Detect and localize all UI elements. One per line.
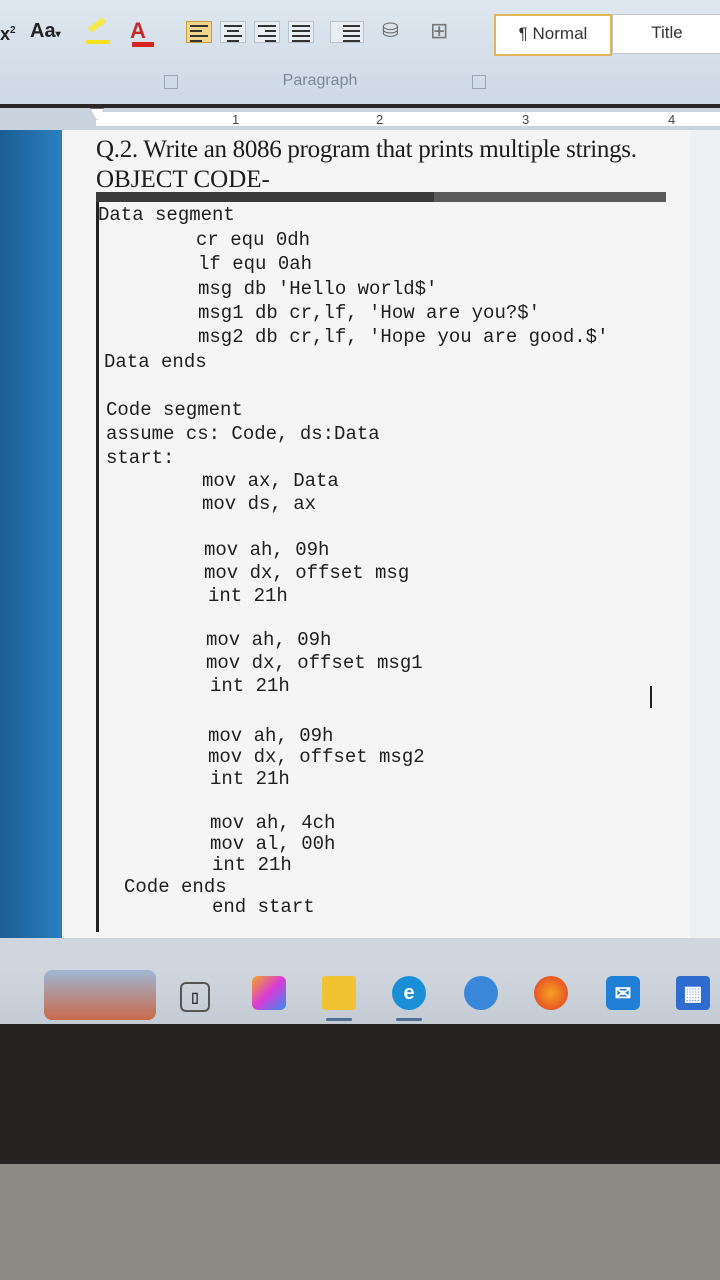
code-line: mov dx, offset msg [204, 562, 410, 584]
code-line: start: [106, 447, 175, 469]
code-line: mov ds, ax [202, 493, 317, 515]
code-line: int 21h [210, 768, 290, 790]
ruler-track [96, 112, 720, 126]
status-bar [0, 938, 720, 966]
code-line: Code segment [106, 399, 243, 421]
line-spacing-button[interactable] [330, 21, 364, 43]
align-center-button[interactable] [220, 21, 246, 43]
code-line: int 21h [212, 854, 292, 876]
style-title[interactable]: Title [612, 14, 720, 54]
style-normal[interactable]: ¶ Normal [494, 14, 612, 56]
paragraph-dialog-launcher-icon[interactable] [472, 75, 486, 89]
code-line: mov ah, 09h [206, 629, 332, 651]
edge-icon[interactable]: e [392, 976, 426, 1010]
font-color-swatch [132, 42, 154, 47]
taskbar: ▯ e ✉ ▦ [0, 938, 720, 1024]
code-line: msg2 db cr,lf, 'Hope you are good.$' [198, 326, 609, 348]
app-icon[interactable] [464, 976, 498, 1010]
paint-bucket-icon: ⛁ [382, 20, 399, 42]
file-explorer-icon[interactable] [322, 976, 356, 1010]
object-code-heading: OBJECT CODE- [96, 166, 270, 193]
code-line: int 21h [208, 585, 288, 607]
document-margin-right [690, 130, 720, 938]
firefox-icon[interactable] [534, 976, 568, 1010]
store-icon[interactable]: ▦ [676, 976, 710, 1010]
copilot-icon[interactable] [252, 976, 286, 1010]
justify-button[interactable] [288, 21, 314, 43]
ruler-mark-1: 1 [232, 112, 240, 127]
code-line: Data segment [98, 204, 235, 226]
code-line: lf equ 0ah [198, 253, 313, 275]
borders-icon: ⊞ [430, 18, 449, 43]
widgets-weather-icon[interactable] [44, 970, 156, 1020]
desk-surface [0, 1164, 720, 1280]
table-border-right [434, 192, 666, 202]
superscript-label: x [0, 24, 11, 44]
ribbon: x2 Aa▾ A ⛁ ⊞ ¶ Normal Title Paragraph [0, 0, 720, 104]
running-indicator [326, 1018, 352, 1021]
font-color-button[interactable]: A [130, 14, 162, 48]
mail-icon[interactable]: ✉ [606, 976, 640, 1010]
font-dialog-launcher-icon[interactable] [164, 75, 178, 89]
paragraph-group-label: Paragraph [282, 72, 358, 89]
code-line: assume cs: Code, ds:Data [106, 423, 380, 445]
highlighter-icon [87, 17, 107, 33]
shading-button[interactable]: ⛁ [382, 14, 420, 48]
code-line: mov ah, 09h [208, 725, 334, 747]
code-block-border [96, 202, 99, 932]
document-page[interactable]: Q.2. Write an 8086 program that prints m… [62, 130, 690, 938]
code-line: msg1 db cr,lf, 'How are you?$' [198, 302, 541, 324]
change-case-button[interactable]: Aa▾ [30, 14, 61, 48]
desktop-background-left [0, 130, 62, 938]
change-case-label: Aa [30, 20, 56, 42]
code-line: msg db 'Hello world$' [198, 278, 438, 300]
ruler-mark-3: 3 [522, 112, 530, 127]
align-right-button[interactable] [254, 21, 280, 43]
horizontal-ruler[interactable]: 1 2 3 4 [0, 108, 720, 130]
code-line: mov ah, 4ch [210, 812, 336, 834]
text-cursor [650, 686, 652, 708]
highlight-swatch [86, 40, 110, 44]
monitor-bezel [0, 1024, 720, 1164]
question-title: Q.2. Write an 8086 program that prints m… [96, 136, 637, 163]
code-line: int 21h [210, 675, 290, 697]
task-view-icon[interactable]: ▯ [180, 982, 210, 1012]
code-line: mov al, 00h [210, 833, 336, 855]
ruler-mark-4: 4 [668, 112, 676, 127]
font-color-label: A [130, 18, 146, 43]
code-line: cr equ 0dh [196, 229, 311, 251]
code-line: end start [212, 896, 315, 918]
running-indicator [396, 1018, 422, 1021]
code-line: mov ax, Data [202, 470, 339, 492]
code-line: mov ah, 09h [204, 539, 330, 561]
code-line: mov dx, offset msg2 [208, 746, 425, 768]
borders-button[interactable]: ⊞ [430, 14, 470, 48]
code-line: Data ends [104, 351, 207, 373]
superscript-button[interactable]: x2 [0, 14, 16, 48]
align-left-button[interactable] [186, 21, 212, 43]
code-line: mov dx, offset msg1 [206, 652, 423, 674]
ruler-mark-2: 2 [376, 112, 384, 127]
highlight-color-button[interactable] [84, 14, 114, 48]
